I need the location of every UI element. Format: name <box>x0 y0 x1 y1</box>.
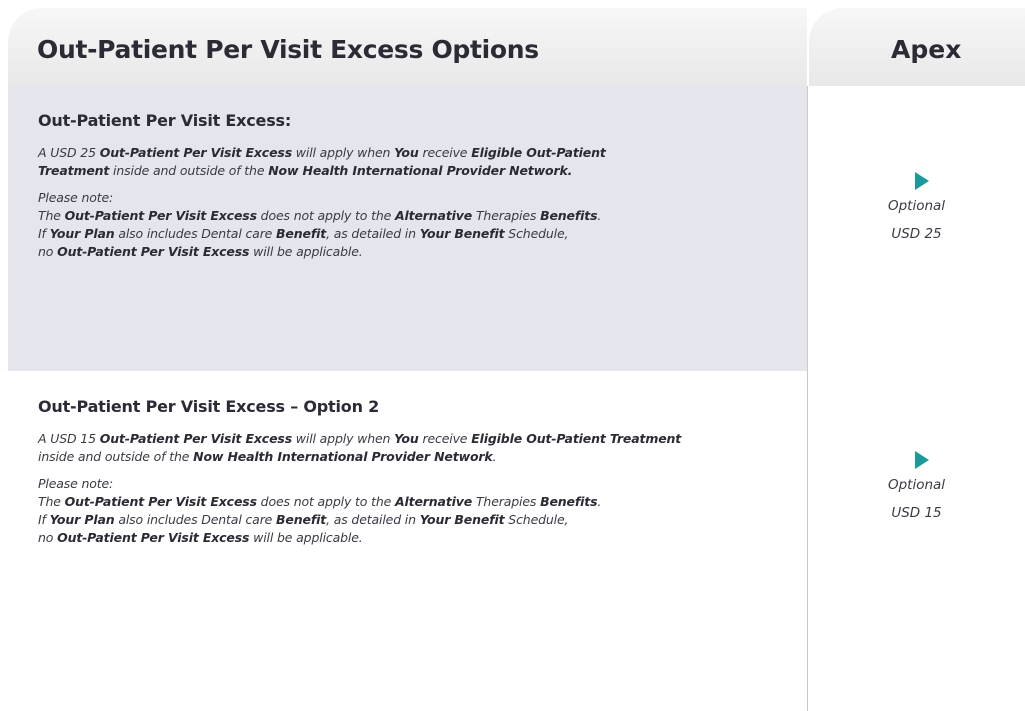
text-line: If Your Plan also includes Dental care B… <box>38 511 798 529</box>
section-description: A USD 15 Out-Patient Per Visit Excess wi… <box>38 430 798 466</box>
excess-section-2: Out-Patient Per Visit Excess – Option 2 … <box>38 397 798 556</box>
emphasized-term: You <box>394 431 419 446</box>
text-line: A USD 15 Out-Patient Per Visit Excess wi… <box>38 430 798 448</box>
emphasized-term: Your Benefit <box>419 226 505 241</box>
text-segment: The <box>38 208 65 223</box>
emphasized-term: You <box>394 145 419 160</box>
text-segment: Schedule, <box>504 512 569 527</box>
text-segment: will be applicable. <box>249 244 363 259</box>
text-segment: does not apply to the <box>256 208 395 223</box>
text-segment: . <box>597 208 602 223</box>
text-segment: Please note: <box>38 476 114 491</box>
text-segment: Therapies <box>472 494 541 509</box>
text-line: The Out-Patient Per Visit Excess does no… <box>38 493 798 511</box>
text-line: A USD 25 Out-Patient Per Visit Excess wi… <box>38 144 798 162</box>
text-segment: Schedule, <box>504 226 569 241</box>
option-label: Optional <box>887 477 946 493</box>
section-title: Out-Patient Per Visit Excess – Option 2 <box>38 397 380 416</box>
emphasized-term: Eligible Out-Patient <box>471 145 606 160</box>
text-segment: does not apply to the <box>256 494 395 509</box>
text-line: no Out-Patient Per Visit Excess will be … <box>38 243 798 261</box>
emphasized-term: Out-Patient Per Visit Excess <box>64 208 257 223</box>
emphasized-term: Benefits <box>540 208 598 223</box>
option-cell-2: Optional USD 15 <box>808 451 1025 527</box>
text-line: inside and outside of the Now Health Int… <box>38 448 798 466</box>
column-header-apex: Apex <box>891 35 962 64</box>
option-cell-1: Optional USD 25 <box>808 172 1025 248</box>
text-segment: Therapies <box>472 208 541 223</box>
please-note: Please note: The Out-Patient Per Visit Ex… <box>38 189 798 261</box>
please-note: Please note: The Out-Patient Per Visit Ex… <box>38 475 798 547</box>
emphasized-term: Benefit <box>276 512 327 527</box>
text-segment: , as detailed in <box>326 512 420 527</box>
text-segment: inside and outside of the <box>38 449 194 464</box>
text-segment: receive <box>418 145 472 160</box>
text-segment: . <box>492 449 497 464</box>
option-value: USD 15 <box>891 505 942 521</box>
emphasized-term: Out-Patient Per Visit Excess <box>57 530 250 545</box>
text-line: Please note: <box>38 189 798 207</box>
option-label: Optional <box>887 198 946 214</box>
emphasized-term: Alternative <box>394 208 473 223</box>
emphasized-term: Benefits <box>540 494 598 509</box>
text-line: The Out-Patient Per Visit Excess does no… <box>38 207 798 225</box>
emphasized-term: Your Plan <box>49 512 115 527</box>
emphasized-term: Out-Patient Per Visit Excess <box>64 494 257 509</box>
play-arrow-icon <box>914 451 929 469</box>
emphasized-term: Out-Patient Per Visit Excess <box>99 145 292 160</box>
text-segment: also includes Dental care <box>114 226 277 241</box>
emphasized-term: Now Health International Provider Networ… <box>268 163 573 178</box>
text-line: If Your Plan also includes Dental care B… <box>38 225 798 243</box>
text-segment: receive <box>418 431 472 446</box>
emphasized-term: Now Health International Provider Networ… <box>193 449 493 464</box>
text-segment: The <box>38 494 65 509</box>
emphasized-term: Benefit <box>276 226 327 241</box>
play-arrow-icon <box>914 172 929 190</box>
text-segment: . <box>597 494 602 509</box>
emphasized-term: Treatment <box>38 163 110 178</box>
text-segment: If <box>38 512 50 527</box>
option-value: USD 25 <box>891 226 942 242</box>
emphasized-term: Alternative <box>394 494 473 509</box>
text-segment: , as detailed in <box>326 226 420 241</box>
text-segment: will apply when <box>291 145 395 160</box>
emphasized-term: Eligible Out-Patient Treatment <box>471 431 682 446</box>
emphasized-term: Your Plan <box>49 226 115 241</box>
text-segment: also includes Dental care <box>114 512 277 527</box>
text-segment: A USD 25 <box>38 145 100 160</box>
text-segment: no <box>38 530 58 545</box>
section-description: A USD 25 Out-Patient Per Visit Excess wi… <box>38 144 798 180</box>
text-segment: inside and outside of the <box>109 163 269 178</box>
text-segment: no <box>38 244 58 259</box>
page-title: Out-Patient Per Visit Excess Options <box>37 35 539 64</box>
emphasized-term: Your Benefit <box>419 512 505 527</box>
excess-section-1: Out-Patient Per Visit Excess: A USD 25 O… <box>38 111 798 270</box>
text-segment: will be applicable. <box>249 530 363 545</box>
emphasized-term: Out-Patient Per Visit Excess <box>57 244 250 259</box>
text-segment: If <box>38 226 50 241</box>
text-line: no Out-Patient Per Visit Excess will be … <box>38 529 798 547</box>
text-segment: A USD 15 <box>38 431 100 446</box>
text-line: Please note: <box>38 475 798 493</box>
text-segment: Please note: <box>38 190 114 205</box>
emphasized-term: Out-Patient Per Visit Excess <box>99 431 292 446</box>
text-segment: will apply when <box>291 431 395 446</box>
section-title: Out-Patient Per Visit Excess: <box>38 111 292 130</box>
text-line: Treatment inside and outside of the Now … <box>38 162 798 180</box>
